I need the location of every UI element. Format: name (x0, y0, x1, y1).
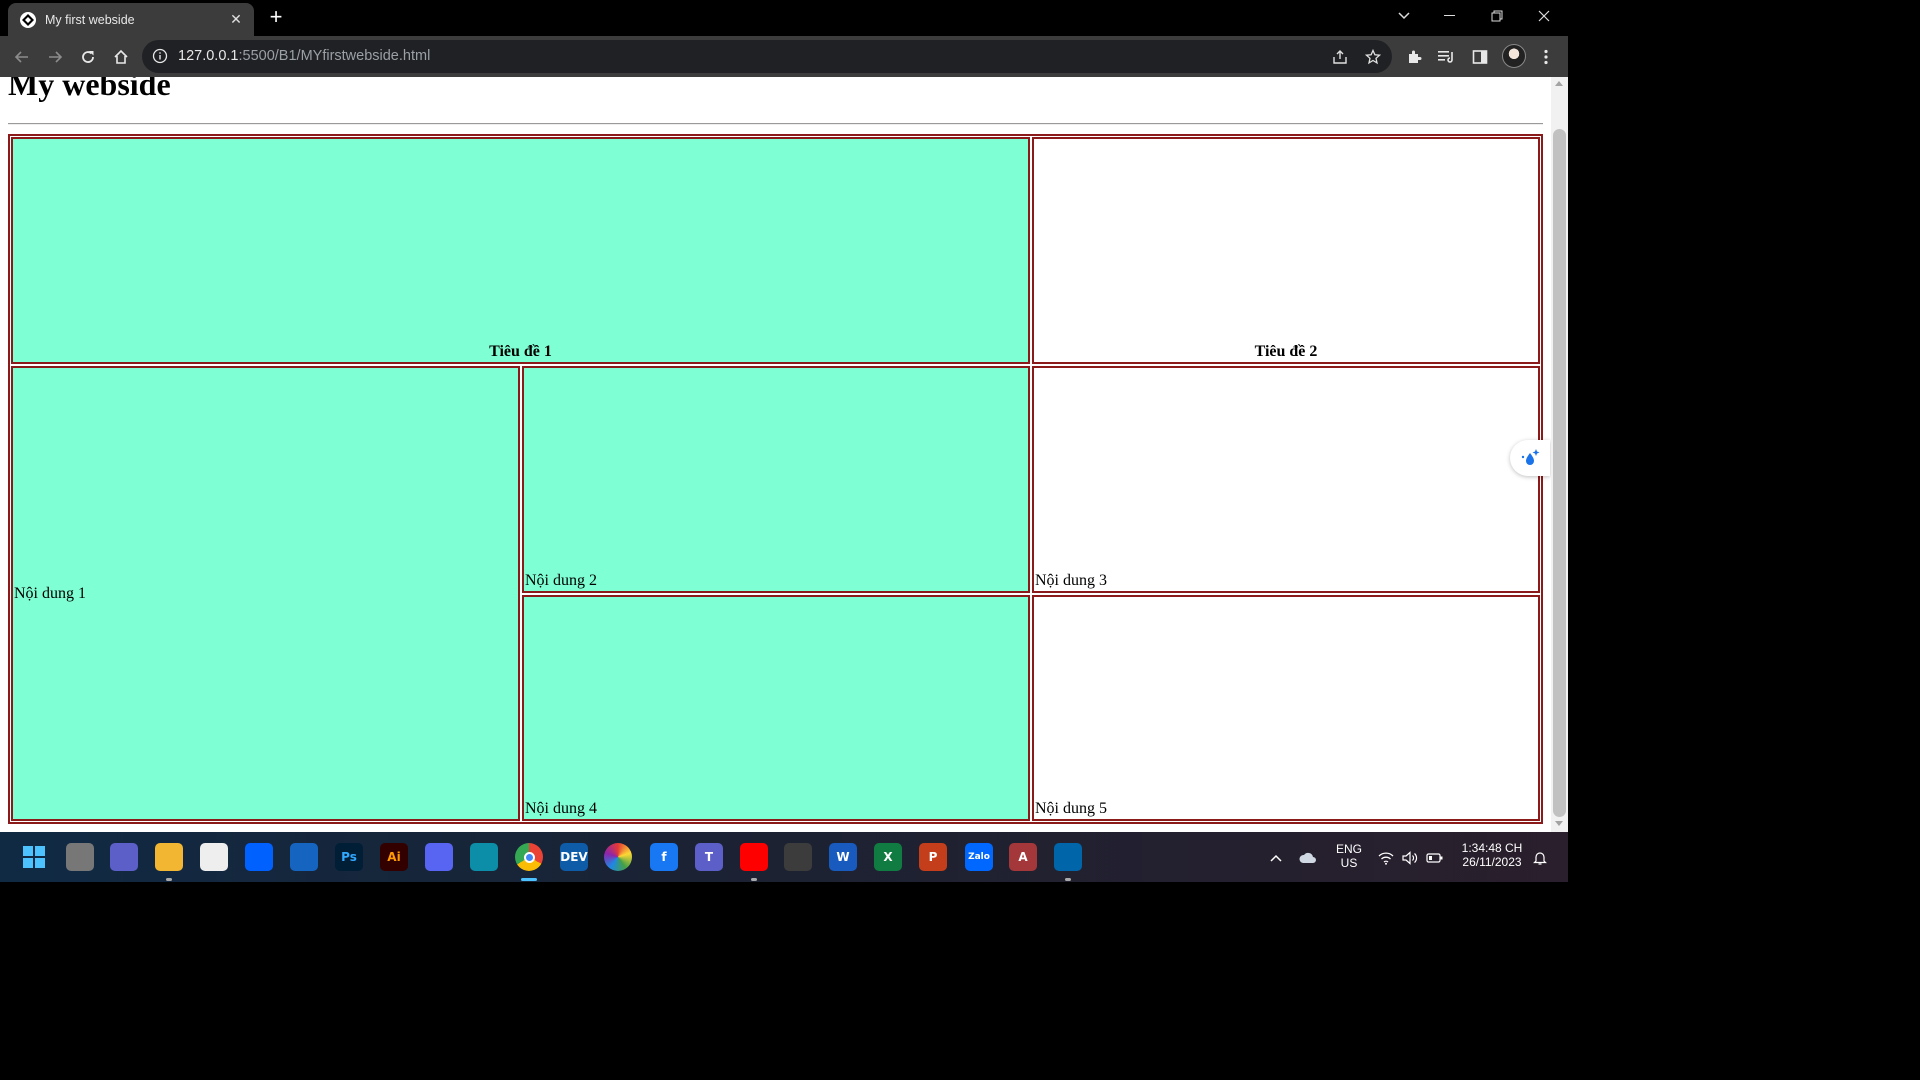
ai-icon[interactable]: Ai (380, 843, 408, 871)
discord-icon[interactable] (425, 843, 453, 871)
floating-assistant-icon[interactable] (1510, 440, 1550, 476)
url-host: 127.0.0.1 (178, 48, 239, 64)
header-2-text: Tiêu đề 2 (1254, 343, 1318, 360)
extensions-icon[interactable] (1402, 45, 1426, 69)
address-bar[interactable]: 127.0.0.1:5500/B1/MYfirstwebside.html (142, 40, 1392, 73)
tab-strip: My first webside ✕ + (0, 0, 1568, 36)
running-indicator (521, 878, 537, 881)
table-header-cell-1: Tiêu đề 1 (11, 137, 1030, 364)
scrollbar-thumb[interactable] (1553, 129, 1566, 817)
reload-icon[interactable] (75, 44, 101, 70)
home-icon[interactable] (108, 44, 134, 70)
word-icon[interactable]: W (829, 843, 857, 871)
minimize-icon[interactable] (1430, 4, 1470, 28)
menu-kebab-icon[interactable] (1534, 45, 1558, 69)
show-hidden-icons-icon[interactable] (1266, 848, 1286, 868)
share-icon[interactable] (1330, 47, 1350, 67)
browser-toolbar: 127.0.0.1:5500/B1/MYfirstwebside.html (0, 36, 1568, 77)
content-4-text: Nội dung 4 (525, 800, 597, 817)
restore-icon[interactable] (1477, 4, 1517, 28)
table-cell-content-5: Nội dung 5 (1032, 595, 1540, 821)
onedrive-icon[interactable] (1298, 848, 1318, 868)
url-text[interactable]: 127.0.0.1:5500/B1/MYfirstwebside.html (178, 48, 430, 64)
close-tab-icon[interactable]: ✕ (224, 11, 248, 28)
table-cell-content-4: Nội dung 4 (522, 595, 1030, 821)
tab-title: My first webside (45, 12, 135, 27)
clock-time: 1:34:48 CH (1461, 841, 1523, 855)
browser-tab[interactable]: My first webside ✕ (8, 3, 254, 36)
access-icon[interactable]: A (1009, 843, 1037, 871)
url-path: :5500/B1/MYfirstwebside.html (238, 48, 431, 64)
youtube-icon[interactable] (740, 843, 768, 871)
new-tab-button[interactable]: + (264, 6, 288, 30)
facebook-icon[interactable]: f (650, 843, 678, 871)
scroll-up-arrow-icon[interactable] (1555, 81, 1563, 86)
edge-icon[interactable] (470, 843, 498, 871)
windows-icon[interactable] (20, 843, 48, 871)
content-2-text: Nội dung 2 (525, 572, 597, 589)
content-1-text: Nội dung 1 (14, 584, 86, 602)
devc-icon[interactable]: DEV (560, 843, 588, 871)
side-panel-icon[interactable] (1468, 45, 1492, 69)
favicon-icon (20, 11, 36, 28)
header-1-text: Tiêu đề 1 (489, 343, 552, 360)
git-icon[interactable] (784, 843, 812, 871)
running-indicator (1065, 878, 1071, 881)
task-view-icon[interactable] (66, 843, 94, 871)
vscode-icon[interactable] (1054, 843, 1082, 871)
profile-avatar[interactable] (1502, 44, 1526, 68)
ps-icon[interactable]: Ps (335, 843, 363, 871)
chrome-icon[interactable] (515, 843, 543, 871)
media-control-icon[interactable] (1435, 45, 1459, 69)
store-icon[interactable] (200, 843, 228, 871)
bookmark-star-icon[interactable] (1363, 47, 1383, 67)
video-icon[interactable] (110, 843, 138, 871)
content-5-text: Nội dung 5 (1035, 800, 1107, 817)
layout-table: Tiêu đề 1 Tiêu đề 2 Nội dung 1 Nội dung … (8, 134, 1543, 824)
lang-line2: US (1340, 856, 1358, 870)
color-wheel-icon[interactable] (604, 843, 632, 871)
windows-taskbar: Ps Ai DEV f T W X P Zalo A ENG US 1:34:48 CH 26/1… (0, 832, 1568, 882)
table-cell-content-1: Nội dung 1 (11, 366, 520, 821)
site-info-icon[interactable] (152, 48, 168, 64)
tab-search-icon[interactable] (1384, 4, 1424, 28)
lang-line1: ENG (1335, 842, 1362, 856)
back-icon[interactable] (9, 44, 35, 70)
page-viewport: My webside Tiêu đề 1 Tiêu đề 2 Nội dung … (0, 77, 1568, 832)
vertical-scrollbar[interactable] (1551, 77, 1568, 832)
clock[interactable]: 1:34:48 CH 26/11/2023 (1448, 841, 1536, 869)
notification-icon[interactable] (1530, 848, 1550, 868)
table-header-cell-2: Tiêu đề 2 (1032, 137, 1540, 364)
clock-date: 26/11/2023 (1462, 855, 1522, 869)
teams-icon[interactable]: T (695, 843, 723, 871)
wifi-icon[interactable] (1376, 848, 1396, 868)
excel-icon[interactable]: X (874, 843, 902, 871)
table-cell-content-3: Nội dung 3 (1032, 366, 1540, 593)
table-cell-content-2: Nội dung 2 (522, 366, 1030, 593)
battery-icon[interactable] (1425, 848, 1445, 868)
content-3-text: Nội dung 3 (1035, 572, 1107, 589)
dropbox-icon[interactable] (245, 843, 273, 871)
shield-icon[interactable] (290, 843, 318, 871)
powerpoint-icon[interactable]: P (919, 843, 947, 871)
running-indicator (166, 878, 172, 881)
folder-icon[interactable] (155, 843, 183, 871)
window-close-icon[interactable] (1524, 4, 1564, 28)
language-indicator[interactable]: ENG US (1332, 842, 1366, 870)
running-indicator (751, 878, 757, 881)
page-heading: My webside (8, 77, 171, 102)
horizontal-rule (8, 123, 1543, 125)
volume-icon[interactable] (1400, 848, 1420, 868)
scroll-down-arrow-icon[interactable] (1555, 821, 1563, 826)
forward-icon[interactable] (42, 44, 68, 70)
zalo-icon[interactable]: Zalo (965, 843, 993, 871)
